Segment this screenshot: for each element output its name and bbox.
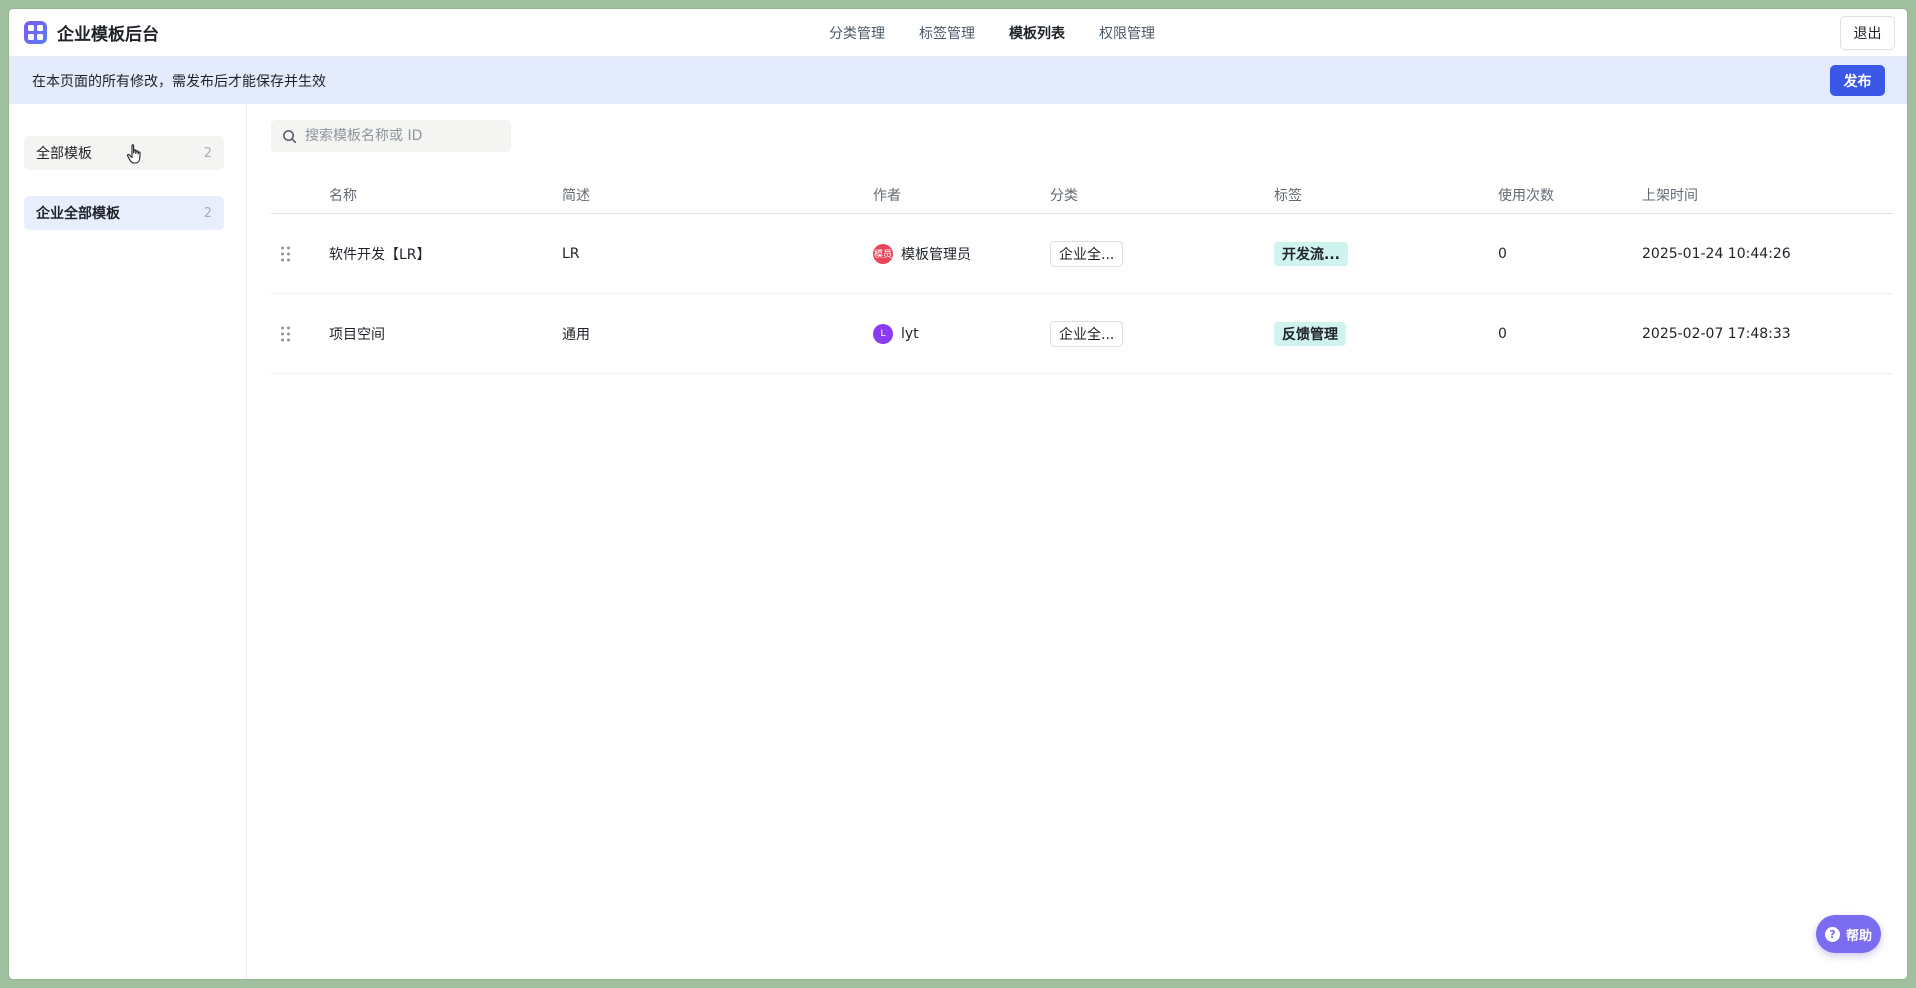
avatar: 模员 xyxy=(873,243,893,264)
help-label: 帮助 xyxy=(1845,928,1872,944)
sidebar-item-count: 2 xyxy=(203,145,212,161)
sidebar-item-label: 全部模板 xyxy=(36,146,92,162)
column-header-desc[interactable]: 简述 xyxy=(562,185,590,205)
drag-handle-icon[interactable] xyxy=(281,326,291,341)
column-header-author[interactable]: 作者 xyxy=(873,185,901,205)
sidebar-item-count: 2 xyxy=(203,205,212,221)
category-select[interactable]: 企业全... xyxy=(1050,320,1124,347)
table-row[interactable]: 软件开发【LR】 LR 模员 模板管理员 企业全... 开发流... 0 202… xyxy=(271,214,1893,294)
top-nav: 分类管理 标签管理 模板列表 权限管理 xyxy=(829,9,1189,57)
author-name: lyt xyxy=(901,325,919,342)
drag-handle-icon[interactable] xyxy=(281,246,291,261)
hand-cursor-icon xyxy=(126,144,141,164)
row-desc: 通用 xyxy=(562,326,590,343)
row-uses: 0 xyxy=(1498,325,1507,342)
column-header-time[interactable]: 上架时间 xyxy=(1642,185,1698,205)
column-header-name[interactable]: 名称 xyxy=(329,185,357,205)
column-header-uses[interactable]: 使用次数 xyxy=(1498,185,1554,205)
column-header-tag[interactable]: 标签 xyxy=(1274,185,1302,205)
sidebar-item-label: 企业全部模板 xyxy=(36,206,120,222)
top-header: 企业模板后台 分类管理 标签管理 模板列表 权限管理 退出 xyxy=(9,9,1907,57)
app-window: 企业模板后台 分类管理 标签管理 模板列表 权限管理 退出 在本页面的所有修改，… xyxy=(9,9,1907,979)
sidebar-item-enterprise-templates[interactable]: 企业全部模板 2 xyxy=(24,196,224,230)
category-select[interactable]: 企业全... xyxy=(1050,240,1124,267)
row-time: 2025-01-24 10:44:26 xyxy=(1642,245,1791,262)
row-author: 模员 模板管理员 xyxy=(873,243,971,264)
nav-template-list[interactable]: 模板列表 xyxy=(1009,23,1065,43)
avatar: L xyxy=(873,323,893,344)
question-icon: ? xyxy=(1824,926,1840,942)
nav-tag-manage[interactable]: 标签管理 xyxy=(919,23,975,43)
search-box[interactable] xyxy=(271,120,511,152)
table-row[interactable]: 项目空间 通用 L lyt 企业全... 反馈管理 0 2025-02-07 1… xyxy=(271,294,1893,374)
row-name[interactable]: 项目空间 xyxy=(329,324,385,344)
nav-category-manage[interactable]: 分类管理 xyxy=(829,23,885,43)
row-time: 2025-02-07 17:48:33 xyxy=(1642,325,1791,342)
nav-permission-manage[interactable]: 权限管理 xyxy=(1099,23,1155,43)
search-input[interactable] xyxy=(305,128,505,144)
sidebar-item-all-templates[interactable]: 全部模板 2 xyxy=(24,136,224,170)
brand[interactable]: 企业模板后台 xyxy=(24,20,159,45)
row-uses: 0 xyxy=(1498,245,1507,262)
app-title: 企业模板后台 xyxy=(57,25,159,45)
publish-button[interactable]: 发布 xyxy=(1830,65,1885,96)
table-header: 名称 简述 作者 分类 标签 使用次数 上架时间 xyxy=(271,174,1893,214)
author-name: 模板管理员 xyxy=(901,246,971,263)
logout-button[interactable]: 退出 xyxy=(1840,16,1895,50)
row-name[interactable]: 软件开发【LR】 xyxy=(329,244,431,264)
help-button[interactable]: ? 帮助 xyxy=(1816,915,1881,953)
column-header-category[interactable]: 分类 xyxy=(1050,185,1078,205)
row-author: L lyt xyxy=(873,323,919,344)
row-desc: LR xyxy=(562,245,580,262)
app-logo-icon xyxy=(24,21,47,44)
banner-text: 在本页面的所有修改，需发布后才能保存并生效 xyxy=(32,73,326,90)
tag-badge[interactable]: 反馈管理 xyxy=(1274,321,1346,346)
notice-banner: 在本页面的所有修改，需发布后才能保存并生效 发布 xyxy=(9,57,1907,104)
tag-badge[interactable]: 开发流... xyxy=(1274,241,1348,266)
template-table: 名称 简述 作者 分类 标签 使用次数 上架时间 软件开发【LR】 LR 模员 … xyxy=(271,174,1893,374)
search-icon xyxy=(283,129,297,143)
sidebar: 全部模板 2 企业全部模板 2 xyxy=(9,104,247,979)
